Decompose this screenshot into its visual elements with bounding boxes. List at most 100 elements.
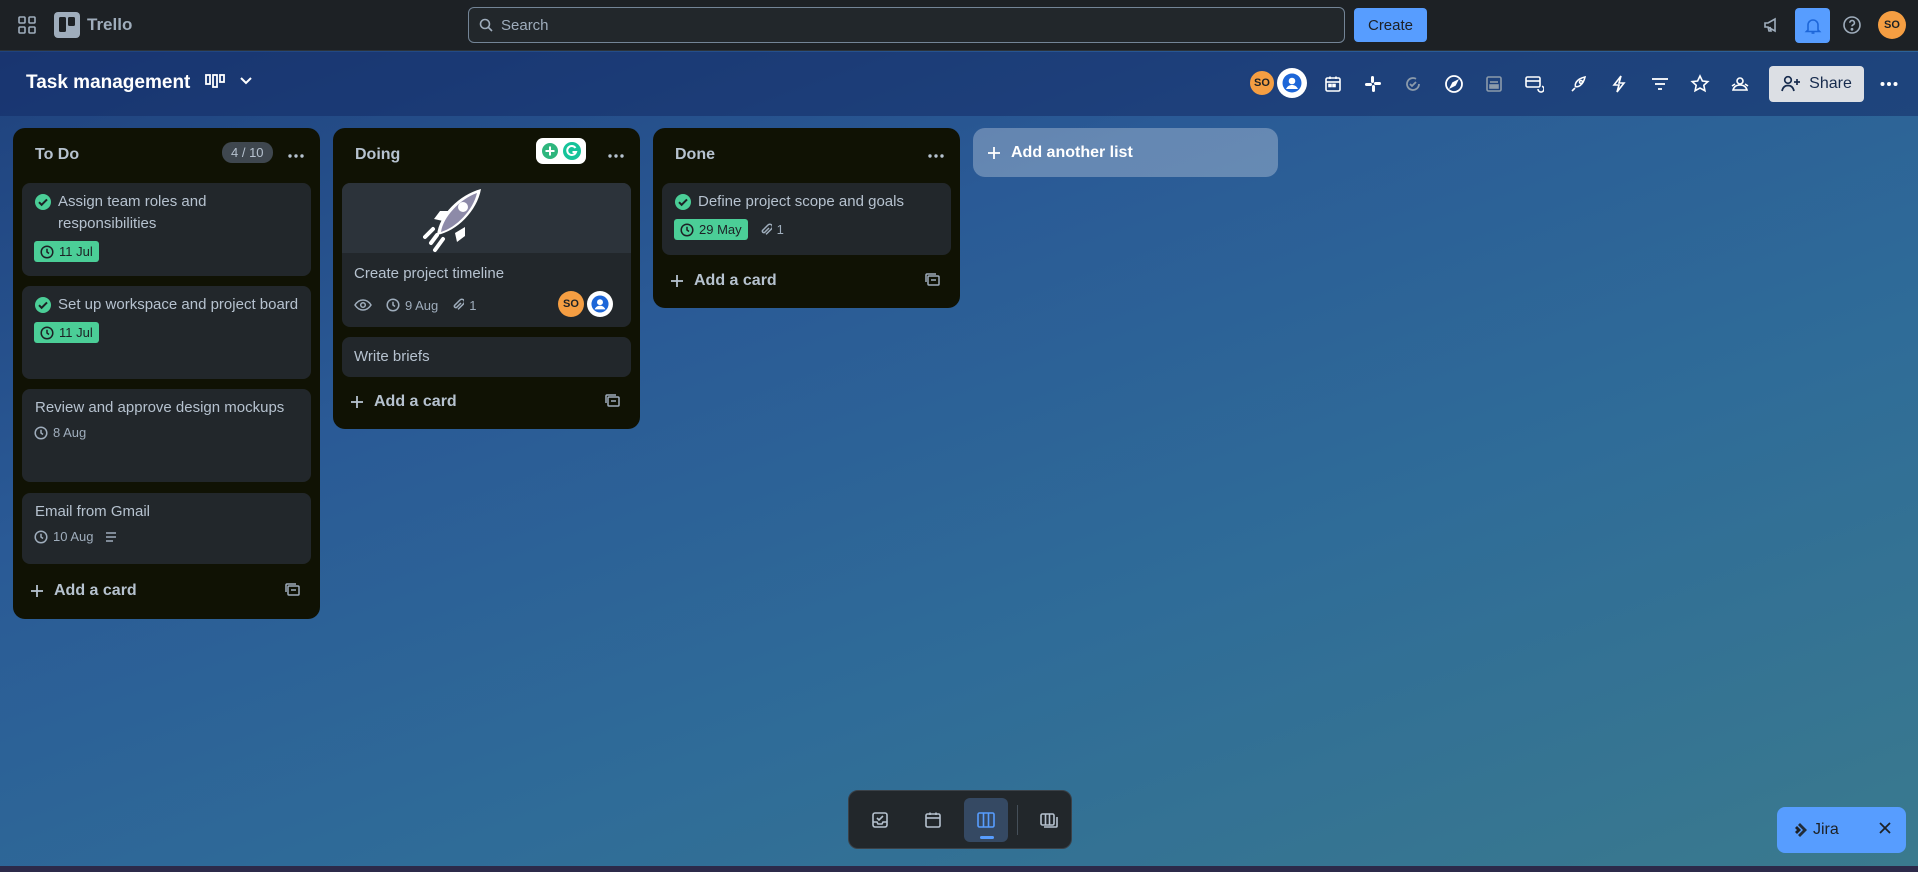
- list-actions-icon[interactable]: [604, 146, 628, 166]
- card-title: Assign team roles and responsibilities: [58, 193, 207, 232]
- board-member-avatar-2[interactable]: [1277, 68, 1307, 98]
- list-card[interactable]: Define project scope and goals 29 May 1: [662, 183, 951, 255]
- due-date-badge[interactable]: 11 Jul: [34, 322, 99, 343]
- board-view-switcher[interactable]: [205, 74, 253, 88]
- due-date-badge[interactable]: 10 Aug: [34, 529, 94, 544]
- apps-grid-icon[interactable]: [14, 12, 40, 38]
- card-cover: [342, 183, 631, 253]
- rocket-powerup-icon[interactable]: [1567, 72, 1591, 96]
- paperclip-icon: [761, 223, 772, 235]
- megaphone-icon[interactable]: [1760, 13, 1784, 37]
- jira-label: Jira: [1813, 821, 1839, 838]
- search-input[interactable]: Search: [468, 7, 1345, 43]
- board-menu-icon[interactable]: [1877, 72, 1901, 96]
- automation-bolt-icon[interactable]: [1607, 72, 1631, 96]
- watching-eye-icon: [354, 299, 372, 311]
- list-card[interactable]: Create project timeline 9 Aug 1 SO: [342, 183, 631, 327]
- due-date-text: 29 May: [699, 222, 742, 237]
- due-date-text: 9 Aug: [405, 297, 439, 313]
- list-actions-icon[interactable]: [284, 146, 308, 166]
- form-icon[interactable]: [1482, 72, 1506, 96]
- card-template-icon[interactable]: [285, 582, 301, 598]
- card-title: Define project scope and goals: [698, 193, 904, 210]
- board-member-avatar[interactable]: SO: [1248, 69, 1276, 97]
- slack-icon[interactable]: [1361, 72, 1385, 96]
- calendar-powerup-icon[interactable]: [1321, 72, 1345, 96]
- add-list-button[interactable]: Add another list: [973, 128, 1278, 177]
- due-date-text: 8 Aug: [53, 425, 87, 440]
- notification-bell-icon[interactable]: [1795, 8, 1830, 43]
- jira-icon: [1795, 823, 1807, 837]
- filter-icon[interactable]: [1648, 72, 1672, 96]
- due-date-badge[interactable]: 11 Jul: [34, 241, 99, 262]
- card-title: Review and approve design mockups: [35, 399, 285, 416]
- extension-badge[interactable]: [536, 138, 586, 164]
- compass-icon[interactable]: [1442, 72, 1466, 96]
- share-label: Share: [1809, 75, 1852, 92]
- switcher-divider: [1017, 804, 1018, 835]
- user-avatar[interactable]: SO: [1878, 11, 1906, 39]
- list-title[interactable]: Done: [675, 146, 715, 164]
- card-title: Create project timeline: [354, 265, 505, 282]
- card-member-avatar-2[interactable]: [587, 291, 613, 317]
- attachment-count: 1: [776, 222, 784, 237]
- clock-icon: [34, 425, 48, 440]
- trello-logo[interactable]: Trello: [54, 12, 132, 38]
- complete-check-icon[interactable]: [34, 193, 52, 211]
- screen-sync-icon[interactable]: [1522, 72, 1546, 96]
- due-date-badge[interactable]: 29 May: [674, 219, 748, 240]
- share-button[interactable]: Share: [1769, 66, 1864, 102]
- create-button[interactable]: Create: [1354, 8, 1427, 42]
- card-template-icon[interactable]: [605, 393, 621, 409]
- list-title[interactable]: Doing: [355, 146, 400, 164]
- complete-check-icon[interactable]: [34, 296, 52, 314]
- add-card-label: Add a card: [374, 393, 457, 410]
- board-title[interactable]: Task management: [26, 72, 190, 94]
- due-date-text: 11 Jul: [59, 325, 93, 340]
- jira-promo[interactable]: Jira: [1777, 807, 1906, 853]
- clock-icon: [40, 244, 54, 259]
- attachment-badge: 1: [452, 297, 477, 313]
- help-icon[interactable]: [1840, 13, 1864, 37]
- clock-icon: [34, 529, 48, 544]
- add-card-button[interactable]: Add a card: [342, 384, 631, 420]
- progress-icon[interactable]: [1401, 72, 1425, 96]
- list-card[interactable]: Review and approve design mockups 8 Aug: [22, 389, 311, 482]
- add-extension-icon: [541, 143, 558, 159]
- plus-icon: [351, 396, 363, 408]
- close-icon[interactable]: [1878, 821, 1892, 835]
- search-placeholder: Search: [501, 16, 549, 34]
- switch-boards-icon[interactable]: [1027, 798, 1071, 842]
- list-card[interactable]: Email from Gmail 10 Aug: [22, 493, 311, 564]
- card-title: Set up workspace and project board: [58, 296, 299, 313]
- board-icon[interactable]: [964, 797, 1009, 842]
- app-name: Trello: [87, 15, 133, 34]
- list-card[interactable]: Write briefs: [342, 337, 631, 377]
- add-card-button[interactable]: Add a card: [22, 573, 311, 609]
- paperclip-icon: [453, 298, 465, 310]
- due-date-text: 10 Aug: [53, 529, 94, 544]
- complete-check-icon[interactable]: [674, 193, 692, 211]
- clock-icon: [386, 298, 400, 312]
- list-card[interactable]: Set up workspace and project board 11 Ju…: [22, 286, 311, 379]
- list-card[interactable]: Assign team roles and responsibilities 1…: [22, 183, 311, 276]
- attachment-badge: 1: [760, 222, 784, 237]
- card-template-icon[interactable]: [925, 272, 941, 288]
- calendar-icon[interactable]: [911, 798, 955, 842]
- add-card-button[interactable]: Add a card: [662, 263, 951, 299]
- attachment-count: 1: [469, 297, 477, 313]
- user-silhouette-icon: [591, 295, 609, 313]
- plus-icon: [31, 585, 43, 597]
- due-date-badge[interactable]: 8 Aug: [34, 425, 86, 440]
- visibility-team-icon[interactable]: [1728, 72, 1752, 96]
- board-header: Task management SO Share: [0, 52, 1918, 116]
- list-actions-icon[interactable]: [924, 146, 948, 166]
- inbox-icon[interactable]: [858, 798, 902, 842]
- list-title[interactable]: To Do: [35, 146, 79, 164]
- due-date-badge[interactable]: 9 Aug: [386, 298, 438, 313]
- taskbar-strip: [0, 866, 1918, 872]
- card-count-badge: 4 / 10: [222, 142, 273, 163]
- view-switcher: [848, 790, 1072, 849]
- star-icon[interactable]: [1688, 72, 1712, 96]
- card-member-avatar[interactable]: SO: [558, 291, 584, 317]
